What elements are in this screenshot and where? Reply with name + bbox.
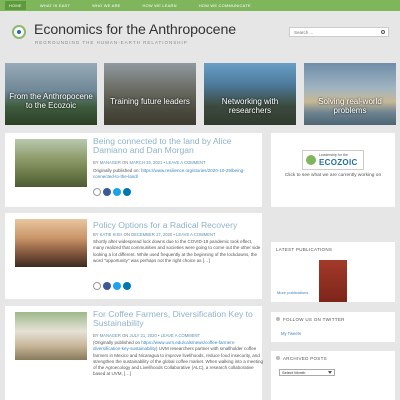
archives-widget: ARCHIVED POSTS Select Month [271,351,395,400]
more-publications-link[interactable]: More publications [277,290,308,295]
post-meta: BY MANAGER ON MARCH 19, 2021 • LEAVE A C… [93,160,206,165]
post-card: Being connected to the land by Alice Dam… [5,133,262,207]
ecozoic-widget: Leadership for the ECOZOIC Click to see … [271,133,395,207]
facebook-share-icon[interactable] [103,188,111,196]
post-title[interactable]: Policy Options for a Radical Recovery [93,220,258,230]
nav-home[interactable]: HOME [5,1,26,10]
search-icon[interactable] [381,30,385,34]
meta-on: ON [123,232,130,237]
ecozoic-badge[interactable]: Leadership for the ECOZOIC [302,150,364,170]
site-logo[interactable] [12,25,26,39]
featured-tile-ecozoic[interactable]: From the Anthropocene to the Ecozoic [5,63,97,125]
post-card: Policy Options for a Radical Recovery BY… [5,213,262,299]
meta-by: BY [93,232,99,237]
featured-label: Training future leaders [110,97,190,106]
post-excerpt: Shortly after widespread lock downs due … [93,239,261,263]
archives-select-value: Select Month [282,370,306,375]
badge-caption: Click to see what we are currently worki… [284,173,382,178]
excerpt-text: Originally published on: [93,168,142,173]
post-excerpt: Originally published on: https://www.res… [93,168,263,181]
publication-cover[interactable] [319,260,347,302]
widget-title: FOLLOW US ON TWITTER [283,317,345,322]
featured-tile-networking[interactable]: Networking with researchers [204,63,296,125]
post-date[interactable]: DECEMBER 17, 2020 [131,232,172,237]
featured-label: From the Anthropocene to the Ecozoic [9,92,93,111]
leave-comment-link[interactable]: LEAVE A COMMENT [161,333,200,338]
search-placeholder: Search ... [294,30,314,35]
widget-bullet-icon [276,317,280,321]
nav-how-we-communicate[interactable]: HOW WE COMMUNICATE [199,3,251,8]
leave-comment-link[interactable]: LEAVE A COMMENT [176,232,215,237]
search-input[interactable]: Search ... [289,27,389,37]
twitter-share-icon[interactable] [113,188,121,196]
linkedin-share-icon[interactable] [123,282,131,290]
email-share-icon[interactable] [93,188,101,196]
facebook-share-icon[interactable] [103,282,111,290]
twitter-widget: FOLLOW US ON TWITTER My Tweets [271,312,395,342]
featured-tile-training[interactable]: Training future leaders [104,63,196,125]
post-author[interactable]: MANAGER [100,160,121,165]
my-tweets-link[interactable]: My Tweets [281,331,301,336]
meta-on: ON [122,333,129,338]
featured-label: Networking with researchers [221,97,279,116]
badge-small-text: Leadership for the [319,153,348,157]
site-title[interactable]: Economics for the Anthropocene [34,22,236,38]
post-thumbnail[interactable] [15,312,87,360]
twitter-share-icon[interactable] [113,282,121,290]
post-date[interactable]: JULY 21, 2020 [130,333,157,338]
post-thumbnail[interactable] [15,139,87,187]
post-title[interactable]: For Coffee Farmers, Diversification Key … [93,309,258,329]
excerpt-text: (Originally published on [93,340,142,345]
featured-label: Solving real-world problems [318,97,382,116]
archives-select[interactable]: Select Month [279,369,335,376]
linkedin-share-icon[interactable] [123,188,131,196]
post-meta: BY MANAGER ON JULY 21, 2020 • LEAVE A CO… [93,333,201,338]
post-thumbnail[interactable] [15,219,87,267]
post-title[interactable]: Being connected to the land by Alice Dam… [93,136,258,156]
main-nav: HOME WHAT IS EAST WHO WE ARE HOW WE LEAR… [0,0,400,11]
share-buttons [93,282,133,290]
post-excerpt: (Originally published on https://www.uvm… [93,340,263,378]
chevron-down-icon [328,371,332,374]
post-author[interactable]: MANAGER [100,333,121,338]
leave-comment-link[interactable]: LEAVE A COMMENT [166,160,205,165]
nav-what-is-east[interactable]: WHAT IS EAST [40,3,70,8]
badge-big-text: ECOZOIC [319,158,358,167]
site-tagline: REGROUNDING THE HUMAN-EARTH RELATIONSHIP [35,40,188,45]
widget-title: ARCHIVED POSTS [283,356,327,361]
post-date[interactable]: MARCH 19, 2021 [130,160,163,165]
post-card: For Coffee Farmers, Diversification Key … [5,306,263,400]
leaf-icon [306,155,316,165]
email-share-icon[interactable] [93,282,101,290]
meta-by: BY [93,160,99,165]
meta-on: ON [122,160,129,165]
featured-tile-solving[interactable]: Solving real-world problems [304,63,396,125]
nav-how-we-learn[interactable]: HOW WE LEARN [143,3,177,8]
post-author[interactable]: KATIE KISH [100,232,123,237]
post-meta: BY KATIE KISH ON DECEMBER 17, 2020 • LEA… [93,232,216,237]
nav-who-we-are[interactable]: WHO WE ARE [92,3,120,8]
meta-by: BY [93,333,99,338]
widget-title: LATEST PUBLICATIONS [276,247,333,252]
widget-bullet-icon [276,356,280,360]
share-buttons [93,188,133,196]
